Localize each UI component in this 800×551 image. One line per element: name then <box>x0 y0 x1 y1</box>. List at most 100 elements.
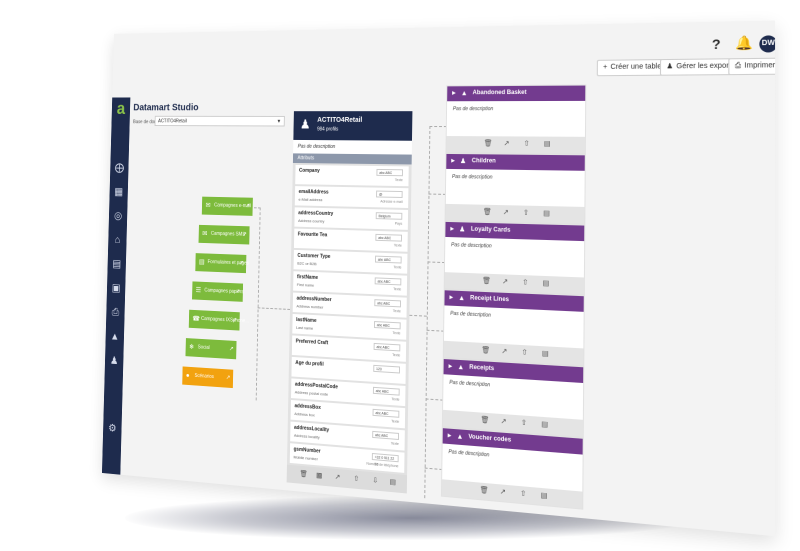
download-icon[interactable]: ⇩ <box>372 476 378 485</box>
chevron-right-icon[interactable]: ▶ <box>452 86 456 101</box>
connector-line <box>409 314 427 317</box>
connector-line <box>427 261 446 264</box>
trash-icon[interactable]: 🗑 <box>484 139 493 147</box>
external-link-icon[interactable]: ↗ <box>232 312 237 330</box>
upload-icon[interactable]: ⇧ <box>521 418 527 428</box>
campaign-scenarios-button[interactable]: ● Scénarios ↗ <box>182 366 234 389</box>
campaign-email-button[interactable]: ✉ Campagnes e-mail ↗ <box>201 196 253 216</box>
trash-icon[interactable]: 🗑 <box>480 486 489 495</box>
chevron-right-icon[interactable]: ▶ <box>449 290 453 305</box>
trash-icon[interactable]: 🗑 <box>481 346 490 355</box>
field-name: Customer Type <box>297 252 331 260</box>
document-icon[interactable]: ▤ <box>543 279 550 287</box>
chevron-right-icon[interactable]: ▶ <box>450 222 454 237</box>
chart-icon[interactable]: ▩ <box>316 471 322 480</box>
profile-table[interactable]: ♟ ACTITO4Retail 984 profils Pas de descr… <box>286 111 413 494</box>
clipboard-icon[interactable]: ▣ <box>110 282 122 296</box>
bell-icon[interactable]: 🔔 <box>735 35 753 52</box>
home-icon[interactable]: ⌂ <box>111 233 123 246</box>
document-icon[interactable]: ▤ <box>543 209 550 217</box>
field-row[interactable]: Customer Type B2C or B2B abc ABC Texte <box>293 249 408 274</box>
external-link-icon[interactable]: ↗ <box>500 487 506 497</box>
field-type-box: abc ABC <box>373 321 401 330</box>
card-header[interactable]: ▶ ▲ Receipt Lines <box>444 290 584 312</box>
campaign-phone-button[interactable]: ☎ Campagnes IXSphone... ↗ <box>188 309 249 331</box>
document-icon[interactable]: ▤ <box>544 140 551 148</box>
table-card[interactable]: ▶ ♟ Loyalty Cards Pas de description 🗑 ↗ ⇧ ▤ <box>444 221 585 295</box>
external-link-icon[interactable]: ↗ <box>501 347 507 356</box>
help-icon[interactable]: ? <box>712 36 721 52</box>
field-type: Texte <box>392 330 401 336</box>
document-icon[interactable]: ▤ <box>390 478 396 487</box>
upload-icon[interactable]: ⇧ <box>522 278 528 286</box>
profile-table-header[interactable]: ♟ ACTITO4Retail 984 profils <box>293 111 413 141</box>
avatar[interactable]: DW <box>759 35 776 53</box>
printer-icon[interactable]: ⎙ <box>109 306 121 320</box>
database-select-value: ACTITO4Retail <box>158 118 187 125</box>
app-logo[interactable]: a <box>111 97 131 122</box>
chevron-right-icon[interactable]: ▶ <box>448 429 452 445</box>
field-type-box: abc ABC <box>374 277 402 286</box>
campaign-social-button[interactable]: ❄ Social ↗ <box>185 338 237 360</box>
trash-icon[interactable]: 🗑 <box>300 470 308 479</box>
users-icon: ♟ <box>459 226 466 234</box>
campaign-icon[interactable]: ⨁ <box>113 162 125 175</box>
external-link-icon[interactable]: ↗ <box>335 473 341 481</box>
field-type-box: abc ABC <box>372 386 400 396</box>
trash-icon[interactable]: 🗑 <box>483 208 492 216</box>
card-header[interactable]: ▶ ♟ Loyalty Cards <box>445 221 585 242</box>
grid-icon[interactable]: ▦ <box>113 186 125 199</box>
table-card[interactable]: ▶ ♟ Children Pas de description 🗑 ↗ ⇧ ▤ <box>445 153 585 224</box>
upload-icon[interactable]: ⇧ <box>520 489 526 498</box>
upload-icon[interactable]: ⇧ <box>353 475 359 484</box>
campaign-forms-button[interactable]: ▤ Formulaires et pages ↗ <box>195 253 249 274</box>
users-icon[interactable]: ♟ <box>108 354 120 368</box>
campaign-sms-button[interactable]: ✉ Campagnes SMS ↗ <box>198 224 250 245</box>
upload-icon[interactable]: ⇧ <box>523 209 529 217</box>
field-row[interactable]: emailAddress e-Mail address @ Adresse e-mai… <box>294 186 409 209</box>
trash-icon[interactable]: 🗑 <box>482 277 491 285</box>
card-title: Receipt Lines <box>470 295 510 304</box>
create-table-button[interactable]: + Créer une table <box>596 58 668 77</box>
card-header[interactable]: ▶ ▲ Abandoned Basket <box>447 85 586 102</box>
document-icon[interactable]: ▤ <box>541 491 548 500</box>
chevron-right-icon[interactable]: ▶ <box>448 359 453 374</box>
external-link-icon[interactable]: ↗ <box>242 226 247 244</box>
trash-icon[interactable]: 🗑 <box>481 416 490 425</box>
envelope-icon: ✉ <box>205 202 211 210</box>
document-icon[interactable]: ▤ <box>111 257 123 270</box>
table-card[interactable]: ▶ ▲ Receipt Lines Pas de description 🗑 ↗ ⇧ ▤ <box>443 290 584 366</box>
table-card[interactable]: ▶ ▲ Receipts Pas de description 🗑 ↗ ⇧ ▤ <box>442 359 584 437</box>
database-select[interactable]: ACTITO4Retail ▼ <box>154 115 285 127</box>
field-row[interactable]: firstName First name abc ABC Texte <box>293 271 408 296</box>
upload-icon[interactable]: ⇧ <box>524 140 530 148</box>
card-title: Receipts <box>469 364 495 373</box>
document-icon[interactable]: ▤ <box>542 349 549 358</box>
field-row[interactable]: addressCountry Address country Belgium Pays <box>294 207 409 230</box>
settings-icon[interactable]: ⚙ <box>106 422 118 436</box>
external-link-icon[interactable]: ↗ <box>226 369 231 388</box>
target-icon[interactable]: ◎ <box>112 209 124 222</box>
card-header[interactable]: ▶ ♟ Children <box>446 153 585 171</box>
campaign-paper-button[interactable]: ☰ Campagnes papiers ↗ <box>192 281 244 302</box>
document-icon[interactable]: ▤ <box>541 420 548 429</box>
chevron-right-icon[interactable]: ▶ <box>451 154 455 169</box>
external-link-icon[interactable]: ↗ <box>229 341 234 360</box>
table-card[interactable]: ▶ ▲ Abandoned Basket Pas de description 🗑 ↗… <box>446 85 586 154</box>
external-link-icon[interactable]: ↗ <box>236 283 241 301</box>
external-link-icon[interactable]: ↗ <box>503 208 509 216</box>
table-card[interactable]: ▶ ▲ Voucher codes Pas de description 🗑 ↗ ⇧ ▤ <box>441 428 583 509</box>
hierarchy-icon[interactable]: ▲ <box>109 330 121 344</box>
field-row[interactable]: Company abc ABC Texte <box>295 164 409 187</box>
share-icon: ❄ <box>189 343 195 351</box>
external-link-icon[interactable]: ↗ <box>245 198 251 216</box>
external-link-icon[interactable]: ↗ <box>501 417 507 426</box>
print-button[interactable]: ⎙ Imprimer <box>728 57 776 76</box>
field-type: Texte <box>393 265 402 270</box>
external-link-icon[interactable]: ↗ <box>502 277 508 285</box>
field-row[interactable]: Favourite Tea abc ABC Texte <box>293 228 408 252</box>
field-sub: B2C or B2B <box>297 260 317 267</box>
external-link-icon[interactable]: ↗ <box>504 139 510 147</box>
upload-icon[interactable]: ⇧ <box>522 348 528 357</box>
external-link-icon[interactable]: ↗ <box>239 255 244 273</box>
